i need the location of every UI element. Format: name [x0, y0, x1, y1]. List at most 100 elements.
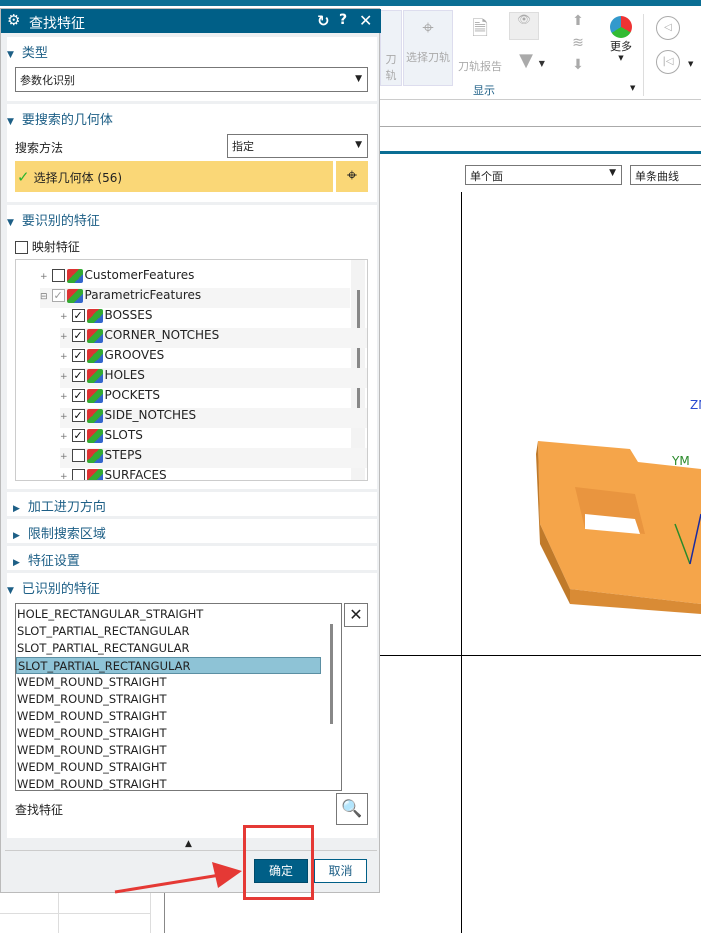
tree-item-label: BOSSES	[104, 308, 153, 322]
search-method-value: 指定	[232, 140, 254, 153]
more-button[interactable]: 更多 ▼	[598, 10, 644, 80]
expand-icon[interactable]: +	[60, 452, 68, 462]
select-geometry-row[interactable]: ✓ 选择几何体 (56)	[15, 161, 333, 192]
list-item[interactable]: WEDM_ROUND_STRAIGHT	[16, 759, 321, 776]
tree-item[interactable]: + ✓ GROOVES	[60, 348, 367, 368]
chevron-down-icon: ▼	[355, 140, 362, 150]
expand-icon[interactable]: +	[40, 272, 48, 282]
expand-icon[interactable]: +	[60, 352, 68, 362]
checkbox[interactable]: ✓	[71, 369, 85, 382]
select-toolpath-button[interactable]: ⌖ 选择刀轨	[403, 10, 453, 86]
tree-item[interactable]: + SURFACES	[60, 468, 367, 480]
find-feature-label: 查找特征	[15, 803, 64, 817]
expand-icon[interactable]: +	[60, 332, 68, 342]
report-icon: 🗎	[471, 16, 489, 40]
tree-item[interactable]: + ✓ POCKETS	[60, 388, 367, 408]
feature-icon	[86, 428, 103, 443]
map-features-checkbox[interactable]: 映射特征	[15, 238, 80, 255]
list-item[interactable]: WEDM_ROUND_STRAIGHT	[16, 674, 321, 691]
remove-icon[interactable]: ✕	[344, 603, 368, 627]
expand-icon[interactable]: +	[60, 472, 68, 480]
list-item[interactable]: SLOT_PARTIAL_RECTANGULAR	[16, 623, 321, 640]
toolpath-button[interactable]: 刀轨	[380, 10, 402, 86]
tree-item[interactable]: + CustomerFeatures	[40, 268, 350, 288]
checkbox[interactable]: ✓	[71, 309, 85, 322]
divider	[5, 850, 377, 851]
expand-icon[interactable]: +	[60, 432, 68, 442]
expand-icon[interactable]: +	[60, 412, 68, 422]
first-icon[interactable]: |◁	[656, 50, 680, 74]
tree-item[interactable]: + ✓ SIDE_NOTCHES	[60, 408, 367, 428]
search-method-select[interactable]: 指定 ▼	[227, 134, 368, 158]
expand-icon[interactable]: +	[60, 312, 68, 322]
checkbox[interactable]: ✓	[71, 349, 85, 362]
recognized-section-header[interactable]: ▼ 已识别的特征	[7, 578, 100, 597]
limit-section[interactable]: ▶ 限制搜索区域	[7, 519, 377, 543]
recognized-list[interactable]: HOLE_RECTANGULAR_STRAIGHT SLOT_PARTIAL_RE…	[15, 603, 342, 791]
settings-section[interactable]: ▶ 特征设置	[7, 546, 377, 570]
tree-item-label: HOLES	[104, 368, 145, 382]
tree-item-label: GROOVES	[104, 348, 165, 362]
tree-item[interactable]: + STEPS	[60, 448, 367, 468]
feature-icon	[86, 448, 103, 463]
vertical-axis-line	[461, 192, 462, 933]
tree-item[interactable]: + ✓ HOLES	[60, 368, 367, 388]
toolpath-report-button[interactable]: 🗎 刀轨报告	[456, 10, 504, 86]
type-select[interactable]: 参数化识别 ▼	[15, 67, 368, 92]
find-feature-icon[interactable]: 🔍	[336, 793, 368, 825]
collapse-up-icon[interactable]: ▲	[185, 839, 192, 849]
close-icon[interactable]: ✕	[359, 11, 372, 30]
list-item[interactable]: HOLE_RECTANGULAR_STRAIGHT	[16, 606, 321, 623]
list-scrollbar[interactable]	[330, 624, 333, 724]
display-group-label: 显示	[473, 84, 495, 97]
checkbox[interactable]	[15, 241, 28, 254]
list-item[interactable]: WEDM_ROUND_STRAIGHT	[16, 742, 321, 759]
tree-item[interactable]: + ✓ BOSSES	[60, 308, 367, 328]
checkbox[interactable]	[71, 469, 85, 480]
group-expand-icon[interactable]: ▼	[630, 84, 635, 92]
annotation-arrow	[114, 862, 242, 894]
tree-item-label: SIDE_NOTCHES	[104, 408, 197, 422]
checkbox[interactable]: ✓	[71, 329, 85, 342]
recognized-label: 已识别的特征	[21, 582, 100, 597]
features-section-header[interactable]: ▼ 要识别的特征	[7, 210, 100, 229]
list-item[interactable]: WEDM_ROUND_STRAIGHT	[16, 691, 321, 708]
tool-display-icon[interactable]: ▼ ▼	[512, 50, 552, 80]
crosshair-icon[interactable]: ⌖	[336, 161, 368, 192]
list-item[interactable]: SLOT_PARTIAL_RECTANGULAR	[16, 640, 321, 657]
list-item[interactable]: SLOT_PARTIAL_RECTANGULAR	[16, 657, 321, 674]
checkbox[interactable]: ✓	[71, 389, 85, 402]
list-item[interactable]: WEDM_ROUND_STRAIGHT	[16, 708, 321, 725]
cancel-button[interactable]: 取消	[314, 859, 367, 883]
expand-icon[interactable]: +	[60, 392, 68, 402]
previous-icon[interactable]: ◁	[656, 16, 680, 40]
tree-item-label: CORNER_NOTCHES	[104, 328, 220, 342]
help-icon[interactable]: ?	[339, 12, 347, 28]
checkbox[interactable]: ✓	[71, 429, 85, 442]
tree-item[interactable]: ⊟ ✓ ParametricFeatures	[40, 288, 350, 308]
list-item[interactable]: WEDM_ROUND_STRAIGHT	[16, 776, 321, 790]
checkbox[interactable]: ✓	[51, 289, 65, 302]
expand-icon[interactable]: +	[60, 372, 68, 382]
dialog-title-bar: ⚙ 查找特征 ↻ ? ✕	[1, 9, 381, 33]
geometry-section-header[interactable]: ▼ 要搜索的几何体	[7, 109, 113, 128]
select-toolpath-label: 选择刀轨	[406, 51, 450, 64]
checkbox[interactable]	[51, 269, 65, 282]
list-item[interactable]: WEDM_ROUND_STRAIGHT	[16, 725, 321, 742]
type-section-header[interactable]: ▼ 类型	[7, 42, 48, 61]
search-method-label: 搜索方法	[15, 141, 64, 155]
tree-item[interactable]: + ✓ CORNER_NOTCHES	[60, 328, 367, 348]
tree-item-label: ParametricFeatures	[84, 288, 202, 302]
nav-dropdown-icon[interactable]: ▼	[688, 60, 693, 68]
display-eye-icon[interactable]: 👁	[509, 12, 539, 40]
feature-tree[interactable]: + CustomerFeatures ⊟ ✓ ParametricFeatures + ✓ B…	[15, 259, 368, 481]
reset-icon[interactable]: ↻	[317, 12, 330, 30]
graphics-viewport[interactable]: ZM YM	[380, 154, 701, 933]
expand-icon[interactable]: ⊟	[40, 292, 48, 302]
checkbox[interactable]: ✓	[71, 409, 85, 422]
layer-arrows-icon[interactable]: ⬆ ≋ ⬇	[568, 10, 588, 76]
approach-section[interactable]: ▶ 加工进刀方向	[7, 492, 377, 516]
tree-item[interactable]: + ✓ SLOTS	[60, 428, 367, 448]
map-features-label: 映射特征	[31, 240, 80, 254]
checkbox[interactable]	[71, 449, 85, 462]
